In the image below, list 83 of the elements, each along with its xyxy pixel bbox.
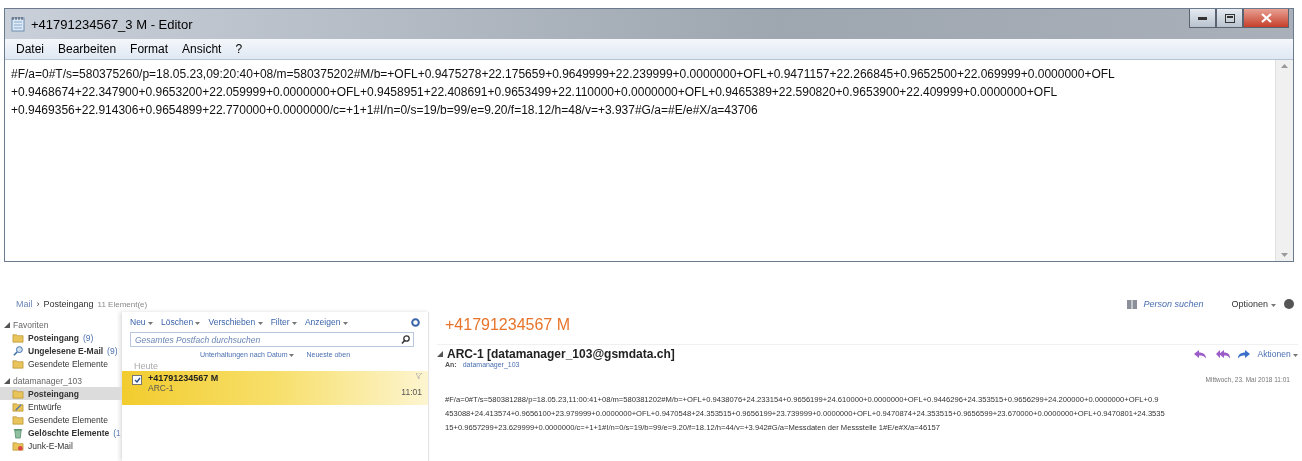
caret-icon	[195, 322, 201, 325]
caret-icon	[1271, 304, 1276, 307]
address-book-icon	[1127, 299, 1138, 309]
folder-icon	[12, 387, 24, 400]
draft-folder-icon	[12, 400, 24, 413]
toolbar-menu[interactable]: Filter	[270, 317, 297, 327]
unread-count: (9)	[83, 332, 94, 343]
text-line: +0.9469356+22.914306+0.9654899+22.770000+0.0000000/c=+1+1#I/n=0/s=19/b=99/e=9.20/f=18.12/h=48/v=+3.937#G/a=#E/e#X/a=43706	[11, 102, 759, 119]
reply-all-icon[interactable]	[1215, 349, 1230, 359]
text-area[interactable]	[5, 60, 1293, 261]
caret-icon	[342, 322, 348, 325]
nav-group-header[interactable]: Favoriten	[13, 319, 49, 330]
toolbar-menu[interactable]: Neu	[130, 317, 153, 327]
menu-item[interactable]: Datei	[9, 42, 51, 56]
folder-icon	[12, 357, 24, 370]
search-field[interactable]: Gesamtes Postfach durchsuchen	[130, 332, 414, 347]
reply-icon[interactable]	[1193, 349, 1206, 359]
folder-label: Gelöschte Elemente	[28, 427, 110, 438]
folder-item[interactable]: Entwürfe	[0, 400, 122, 413]
breadcrumb-link[interactable]: Mail	[16, 299, 33, 309]
folder-item[interactable]: Posteingang	[0, 387, 122, 400]
message-checkbox[interactable]	[132, 375, 142, 385]
folder-item[interactable]: Posteingang (9)	[0, 331, 122, 344]
caret-icon	[289, 353, 295, 357]
folder-icon	[12, 413, 24, 426]
menu-item[interactable]: Ansicht	[175, 42, 229, 56]
caret-icon	[147, 322, 153, 325]
expanded-triangle-icon[interactable]	[4, 321, 10, 328]
folder-label: Ungelesene E-Mail	[28, 345, 104, 356]
message-time: 11:01	[401, 387, 422, 397]
caret-icon	[257, 322, 263, 325]
unread-count: (9)	[107, 345, 118, 356]
folder-label: Junk-E-Mail	[28, 440, 73, 451]
expanded-triangle-icon[interactable]	[4, 377, 10, 384]
menu-item[interactable]: Bearbeiten	[51, 42, 124, 56]
menu-item[interactable]: Format	[123, 42, 176, 56]
message-item[interactable]: +41791234567 M ARC-1 11:01	[122, 371, 428, 405]
breadcrumb-separator: ›	[36, 299, 40, 309]
toolbar-menu[interactable]: Verschieben	[208, 317, 263, 327]
folder-icon	[12, 331, 24, 344]
unread-count: (1	[113, 427, 121, 438]
minimize-icon	[1198, 16, 1207, 20]
text-line: +0.9468674+22.347900+0.9653200+22.059999+0.0000000+OFL+0.9458951+22.408691+0.9653499+22.110000+0.0000000+OFL+0.9465389+22.590820+0.9653900+22.409999+0.0000000+OFL	[11, 84, 1059, 101]
folder-item[interactable]: Junk-E-Mail	[0, 439, 122, 452]
breadcrumb-folder: Posteingang	[43, 299, 94, 309]
search-icon[interactable]	[401, 335, 410, 344]
conversation-title: +41791234567 M	[445, 316, 571, 334]
window-title: +41791234567_3 M - Editor	[31, 16, 194, 32]
text-line: #F/a=0#T/s=580375260/p=18.05.23,09:20:40+08/m=580375202#M/b=+OFL+0.9475278+22.175659+0.9649999+22.239999+0.0000000+OFL+0.9471157+22.266845+0.9652500+22.069999+0.0000000+OFL	[11, 66, 1116, 83]
forward-icon[interactable]	[1237, 349, 1250, 359]
message-subject: ARC-1	[148, 383, 175, 393]
trash-icon	[12, 426, 24, 439]
folder-item[interactable]: Gesendete Elemente	[0, 357, 122, 370]
caret-icon	[291, 322, 297, 325]
menu-item[interactable]: ?	[228, 42, 250, 56]
maximize-button[interactable]	[1216, 9, 1243, 28]
group-header: Heute	[133, 361, 160, 371]
folder-item[interactable]: Gelöschte Elemente (1	[0, 426, 122, 439]
find-person-link[interactable]: Person suchen	[1143, 299, 1204, 309]
toolbar-menu[interactable]: Löschen	[160, 317, 201, 327]
item-count: 11 Element(e)	[97, 299, 149, 309]
folder-item[interactable]: Ungelesene E-Mail (9)	[0, 344, 122, 357]
close-icon	[1260, 13, 1272, 23]
message-sender: +41791234567 M	[148, 373, 220, 383]
folder-label: Gesendete Elemente	[28, 414, 108, 425]
folder-label: Posteingang	[28, 388, 79, 399]
expanded-triangle-icon[interactable]	[437, 351, 443, 357]
toolbar-menu[interactable]: Anzeigen	[304, 317, 348, 327]
maximize-icon	[1224, 13, 1235, 23]
message-subject-header: ARC-1 [datamanager_103@gsmdata.ch]	[447, 347, 676, 361]
folder-item[interactable]: Gesendete Elemente	[0, 413, 122, 426]
options-menu[interactable]: Optionen	[1231, 299, 1268, 309]
actions-menu[interactable]: Aktionen	[1257, 349, 1298, 359]
folder-label: Entwürfe	[28, 401, 62, 412]
folder-label: Posteingang	[28, 332, 79, 343]
caret-icon	[1293, 354, 1298, 357]
notepad-icon	[11, 16, 25, 32]
nav-group-header[interactable]: datamanager_103	[13, 375, 82, 386]
folder-label: Gesendete Elemente	[28, 358, 108, 369]
close-button[interactable]	[1243, 9, 1289, 28]
search-folder-icon	[12, 344, 24, 357]
minimize-button[interactable]	[1189, 9, 1216, 28]
junk-folder-icon	[12, 439, 24, 452]
